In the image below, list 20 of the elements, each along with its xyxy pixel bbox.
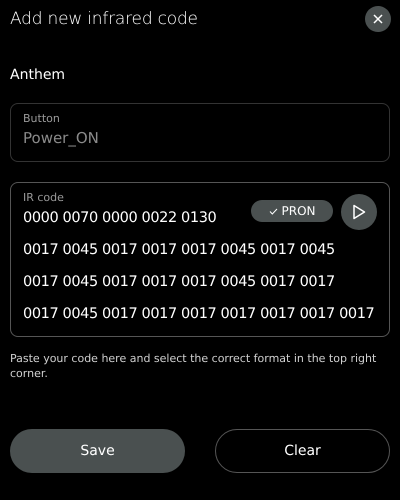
- field-label: Button: [23, 112, 61, 125]
- check-icon: [268, 208, 278, 214]
- play-button[interactable]: [341, 194, 377, 230]
- close-button[interactable]: [365, 6, 391, 32]
- device-name: Anthem: [10, 67, 66, 83]
- clear-button[interactable]: Clear: [215, 429, 390, 473]
- help-text: Paste your code here and select the correct format in the top right corner.: [10, 351, 378, 381]
- close-icon: [372, 13, 384, 25]
- button-name-field[interactable]: Button Power_ON: [10, 103, 390, 162]
- field-label: IR code: [23, 191, 65, 204]
- play-icon: [352, 204, 366, 220]
- save-button[interactable]: Save: [10, 429, 185, 473]
- code-line: 0017 0045 0017 0017 0017 0045 0017 0017: [23, 273, 335, 291]
- field-value: Power_ON: [23, 129, 100, 147]
- code-line: 0017 0045 0017 0017 0017 0017 0017 0017 0017: [23, 305, 374, 323]
- format-chip[interactable]: PRON: [251, 200, 333, 222]
- code-line: 0000 0070 0000 0022 0130: [23, 209, 216, 227]
- ir-code-field[interactable]: IR code 0000 0070 0000 0022 0130 0017 0045 0017 0017 0017 0045 0017 0045 0017 0045 0017 0017 0017 0045 0017 0017 0017 0045 0017 0017 0017 0017 0017 0017 0017 PRON: [10, 182, 390, 337]
- code-line: 0017 0045 0017 0017 0017 0045 0017 0045: [23, 241, 335, 259]
- dialog-title: Add new infrared code: [10, 9, 198, 29]
